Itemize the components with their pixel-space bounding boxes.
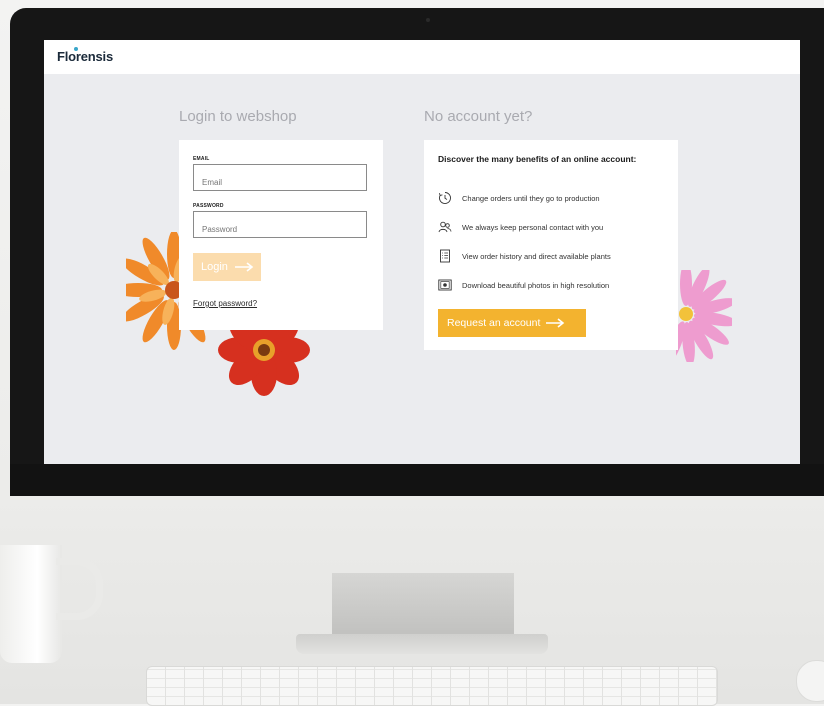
benefit-text: View order history and direct available …	[462, 252, 611, 261]
login-button-label: Login	[201, 261, 228, 273]
arrow-right-icon	[234, 262, 254, 272]
register-title: No account yet?	[424, 108, 533, 125]
benefits-heading: Discover the many benefits of an online …	[438, 154, 637, 164]
clock-icon	[438, 192, 451, 204]
benefit-item: Change orders until they go to productio…	[438, 191, 668, 207]
login-title: Login to webshop	[179, 108, 297, 125]
forgot-password-link[interactable]: Forgot password?	[193, 299, 257, 308]
password-label: PASSWORD	[193, 203, 224, 209]
florensis-logo[interactable]: Florensis	[57, 49, 113, 64]
photo-icon	[438, 279, 452, 291]
arrow-right-icon	[546, 318, 565, 328]
email-label: EMAIL	[193, 156, 210, 162]
benefit-item: We always keep personal contact with you	[438, 220, 668, 236]
webshop-screen: Florensis Login to webshop EMAIL Email P…	[44, 40, 800, 464]
mouse	[796, 660, 824, 702]
benefit-text: We always keep personal contact with you	[462, 223, 604, 232]
benefit-item: Download beautiful photos in high resolu…	[438, 278, 668, 294]
email-field[interactable]	[193, 164, 367, 191]
pink-flower-image	[676, 270, 732, 362]
benefit-text: Download beautiful photos in high resolu…	[462, 281, 610, 290]
register-card: Discover the many benefits of an online …	[424, 140, 678, 350]
request-account-button-label: Request an account	[447, 317, 541, 329]
login-card: EMAIL PASSWORD Login Forgot password?	[179, 140, 383, 330]
request-account-button[interactable]: Request an account	[438, 309, 586, 337]
password-field[interactable]	[193, 211, 367, 238]
coffee-mug	[0, 545, 62, 663]
benefit-text: Change orders until they go to productio…	[462, 194, 600, 203]
top-bar: Florensis	[44, 40, 800, 74]
coffee-mug-handle	[56, 558, 103, 620]
camera-dot	[426, 18, 430, 22]
monitor-stand-base	[296, 634, 548, 654]
login-button[interactable]: Login	[193, 253, 261, 281]
users-icon	[438, 221, 452, 233]
keyboard	[146, 666, 718, 706]
monitor-stand	[332, 573, 514, 641]
list-icon	[440, 249, 450, 263]
logo-accent-dot	[74, 47, 78, 51]
benefit-item: View order history and direct available …	[438, 249, 668, 265]
monitor-chin	[10, 464, 824, 496]
